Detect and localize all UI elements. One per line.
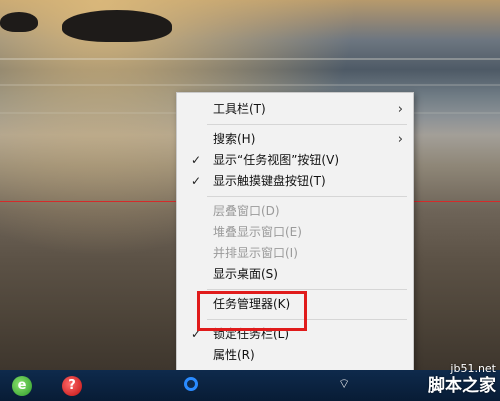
menu-item-label: 属性(R) [213, 348, 255, 362]
menu-item[interactable]: 工具栏(T) › [177, 99, 413, 120]
task-manager-highlight-box [197, 291, 307, 331]
menu-item-label: 工具栏(T) [213, 102, 266, 116]
menu-separator [207, 196, 407, 197]
watermark: jb51.net 脚本之家 [418, 362, 500, 401]
menu-item[interactable]: 显示桌面(S) [177, 264, 413, 285]
chevron-right-icon: › [397, 132, 403, 147]
menu-item-label: 显示桌面(S) [213, 267, 278, 281]
rock-center [62, 10, 172, 42]
menu-item: 层叠窗口(D) [177, 201, 413, 222]
wave-line [0, 58, 500, 60]
cortana-icon[interactable] [184, 377, 198, 391]
menu-item[interactable]: ✓ 显示触摸键盘按钮(T) [177, 171, 413, 192]
check-icon: ✓ [191, 153, 202, 167]
watermark-name: 脚本之家 [428, 376, 496, 396]
help-icon[interactable]: ? [62, 376, 82, 396]
menu-item-label: 堆叠显示窗口(E) [213, 225, 302, 239]
menu-separator [207, 289, 407, 290]
rock-left [0, 12, 38, 32]
menu-item-label: 显示触摸键盘按钮(T) [213, 174, 326, 188]
check-icon: ✓ [191, 174, 202, 188]
watermark-url: jb51.net [450, 362, 496, 375]
menu-separator [207, 124, 407, 125]
taskbar-context-menu: 工具栏(T) › 搜索(H) › ✓ 显示“任务视图”按钮(V) ✓ 显示触摸键盘按钮(T) 层… [176, 92, 414, 380]
wifi-icon[interactable]: ⌔ [338, 376, 350, 392]
menu-item[interactable]: ✓ 显示“任务视图”按钮(V) [177, 150, 413, 171]
chevron-right-icon: › [397, 102, 403, 117]
wave-line [0, 84, 500, 86]
menu-item-label: 并排显示窗口(I) [213, 246, 298, 260]
ie-browser-icon[interactable]: e [12, 376, 32, 396]
menu-item: 并排显示窗口(I) [177, 243, 413, 264]
menu-item[interactable]: 搜索(H) › [177, 129, 413, 150]
menu-item: 堆叠显示窗口(E) [177, 222, 413, 243]
menu-item[interactable]: 属性(R) [177, 345, 413, 366]
menu-item-label: 显示“任务视图”按钮(V) [213, 153, 340, 167]
menu-item-label: 层叠窗口(D) [213, 204, 280, 218]
menu-item-label: 搜索(H) [213, 132, 256, 146]
